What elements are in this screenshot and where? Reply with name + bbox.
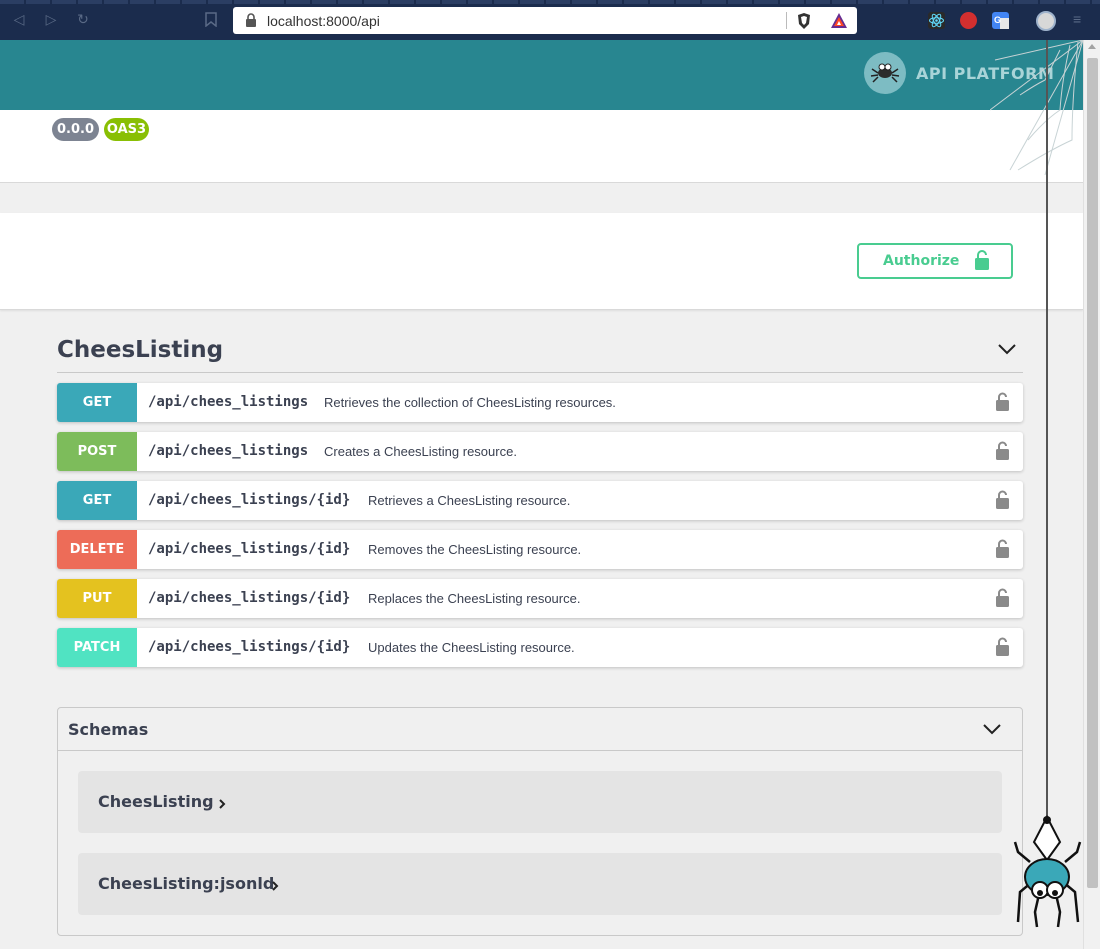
version-badge: 0.0.0	[52, 118, 99, 141]
back-icon[interactable]: ◁	[11, 12, 27, 28]
address-bar[interactable]: localhost:8000/api	[233, 7, 857, 34]
operation-summary: Creates a CheesListing resource.	[324, 444, 517, 459]
model-name: CheesListing:jsonld	[98, 874, 275, 893]
operation-path: /api/chees_listings/{id}	[148, 492, 351, 508]
scroll-up-icon[interactable]	[1088, 44, 1096, 49]
oas-badge: OAS3	[104, 118, 149, 141]
lock-icon[interactable]	[995, 588, 1010, 607]
operation-row[interactable]: GET /api/chees_listings/{id} Retrieves a…	[57, 481, 1023, 520]
browser-toolbar: ◁ ▷ ↻ localhost:8000/api G ≡	[0, 0, 1100, 40]
operation-path: /api/chees_listings	[148, 394, 309, 410]
lock-icon[interactable]	[995, 490, 1010, 509]
url-text: localhost:8000/api	[267, 13, 380, 29]
authorize-button[interactable]: Authorize	[857, 243, 1013, 279]
operation-row[interactable]: POST /api/chees_listings Creates a Chees…	[57, 432, 1023, 471]
lock-icon[interactable]	[995, 392, 1010, 411]
http-method-badge: POST	[57, 432, 137, 471]
operation-path: /api/chees_listings/{id}	[148, 541, 351, 557]
lock-icon[interactable]	[995, 441, 1010, 460]
operation-row[interactable]: GET /api/chees_listings Retrieves the co…	[57, 383, 1023, 422]
chevron-down-icon[interactable]	[982, 722, 1002, 736]
schema-model[interactable]: CheesListing:jsonld	[78, 853, 1002, 915]
extension-red-icon[interactable]	[960, 12, 977, 29]
operation-row[interactable]: PATCH /api/chees_listings/{id} Updates t…	[57, 628, 1023, 667]
bookmark-icon[interactable]	[203, 12, 219, 28]
authorize-label: Authorize	[883, 253, 960, 269]
operation-summary: Removes the CheesListing resource.	[368, 542, 582, 557]
url-divider	[786, 12, 787, 29]
http-method-badge: PUT	[57, 579, 137, 618]
reload-icon[interactable]: ↻	[75, 12, 91, 28]
unlock-icon	[975, 250, 989, 270]
forward-icon[interactable]: ▷	[43, 12, 59, 28]
operation-path: /api/chees_listings	[148, 443, 309, 459]
tag-title: CheesListing	[57, 337, 224, 363]
brave-rewards-icon[interactable]	[830, 12, 848, 29]
svg-text:G: G	[994, 15, 1001, 25]
http-method-badge: PATCH	[57, 628, 137, 667]
brave-shield-icon[interactable]	[796, 12, 812, 30]
lock-icon[interactable]	[995, 637, 1010, 656]
operation-summary: Updates the CheesListing resource.	[368, 640, 575, 655]
browser-menu-icon[interactable]: ≡	[1073, 11, 1081, 27]
profile-avatar[interactable]	[1036, 11, 1056, 31]
chevron-right-icon[interactable]	[271, 880, 279, 892]
spider-web-decoration	[990, 40, 1083, 175]
operation-path: /api/chees_listings/{id}	[148, 639, 351, 655]
page-scrollbar[interactable]	[1083, 40, 1100, 949]
google-translate-icon[interactable]: G	[992, 12, 1009, 29]
scrollbar-thumb[interactable]	[1087, 58, 1098, 888]
http-method-badge: GET	[57, 383, 137, 422]
operation-path: /api/chees_listings/{id}	[148, 590, 351, 606]
spider-mascot-icon	[1013, 814, 1082, 928]
spider-logo-icon	[864, 52, 906, 94]
http-method-badge: GET	[57, 481, 137, 520]
api-platform-header: API PLATFORM	[0, 40, 1083, 110]
react-devtools-icon[interactable]	[928, 12, 945, 29]
http-method-badge: DELETE	[57, 530, 137, 569]
operation-row[interactable]: DELETE /api/chees_listings/{id} Removes …	[57, 530, 1023, 569]
schemas-header[interactable]: Schemas	[58, 708, 1022, 751]
schemas-section: Schemas CheesListing CheesListing:jsonld	[57, 707, 1023, 936]
chevron-down-icon[interactable]	[997, 342, 1017, 356]
operation-summary: Retrieves a CheesListing resource.	[368, 493, 571, 508]
tag-section-header[interactable]: CheesListing	[57, 330, 1023, 373]
operation-summary: Replaces the CheesListing resource.	[368, 591, 581, 606]
lock-icon[interactable]	[995, 539, 1010, 558]
chevron-right-icon[interactable]	[218, 798, 226, 810]
schemas-title: Schemas	[68, 720, 149, 739]
model-name: CheesListing	[98, 792, 214, 811]
schema-model[interactable]: CheesListing	[78, 771, 1002, 833]
lock-icon	[246, 13, 256, 27]
browser-tab-strip	[0, 0, 1100, 4]
api-info: 0.0.0 OAS3	[0, 110, 1083, 183]
spider-thread	[1046, 40, 1048, 820]
operation-summary: Retrieves the collection of CheesListing…	[324, 395, 616, 410]
operation-row[interactable]: PUT /api/chees_listings/{id} Replaces th…	[57, 579, 1023, 618]
scheme-container: Authorize	[0, 213, 1083, 310]
